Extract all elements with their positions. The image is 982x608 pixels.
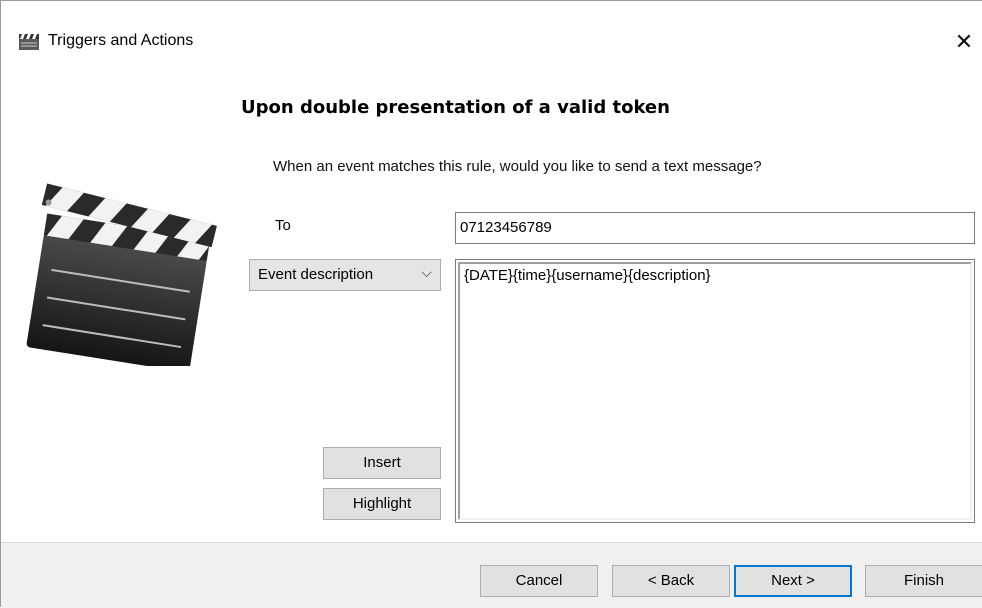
title-bar: Triggers and Actions ✕	[1, 1, 982, 54]
insert-field-select-value: Event description	[258, 266, 374, 283]
to-phone-input[interactable]: 07123456789	[455, 212, 975, 244]
highlight-button[interactable]: Highlight	[323, 488, 441, 520]
close-icon: ✕	[954, 29, 974, 54]
insert-button[interactable]: Insert	[323, 447, 441, 479]
message-text: {DATE}{time}{username}{description}	[458, 262, 972, 520]
page-heading: Upon double presentation of a valid toke…	[241, 97, 670, 118]
window-title: Triggers and Actions	[48, 32, 194, 49]
clapperboard-icon	[19, 34, 39, 50]
close-button[interactable]: ✕	[950, 29, 978, 55]
finish-button[interactable]: Finish	[865, 565, 982, 597]
cancel-button[interactable]: Cancel	[480, 565, 598, 597]
message-textarea[interactable]: {DATE}{time}{username}{description}	[455, 259, 975, 523]
clapperboard-illustration	[26, 183, 217, 366]
back-button[interactable]: < Back	[612, 565, 730, 597]
wizard-window: Triggers and Actions ✕ Upon double prese…	[0, 0, 982, 608]
to-phone-value: 07123456789	[460, 219, 552, 236]
to-label: To	[275, 217, 291, 234]
chevron-down-icon: ⌵	[421, 264, 432, 280]
page-prompt: When an event matches this rule, would y…	[273, 158, 762, 175]
next-button[interactable]: Next >	[734, 565, 852, 597]
insert-field-select[interactable]: Event description ⌵	[249, 259, 441, 291]
